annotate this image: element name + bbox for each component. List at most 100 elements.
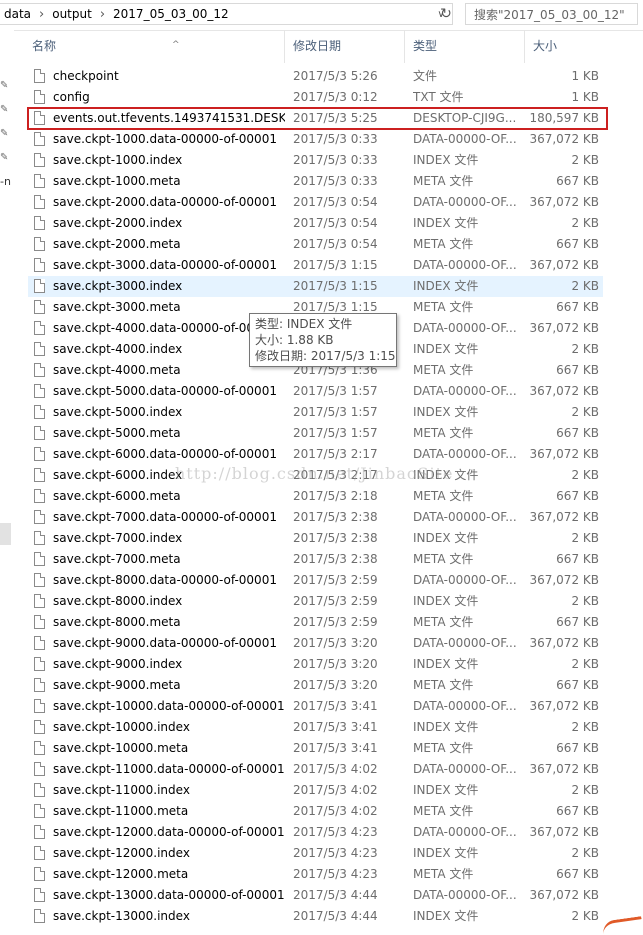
file-size: 367,072 KB: [529, 321, 599, 335]
breadcrumb-data[interactable]: data: [0, 7, 35, 21]
file-type: TXT 文件: [413, 90, 464, 104]
file-date: 2017/5/3 4:23: [293, 867, 378, 881]
file-row[interactable]: save.ckpt-2000.meta 2017/5/3 0:54 META 文件 6…: [28, 234, 603, 255]
file-size: 667 KB: [556, 552, 599, 566]
file-row[interactable]: save.ckpt-3000.index 2017/5/3 1:15 INDEX 文…: [28, 276, 603, 297]
file-row[interactable]: save.ckpt-12000.data-00000-of-00001 2017/…: [28, 822, 603, 843]
file-date: 2017/5/3 0:54: [293, 216, 378, 230]
file-date: 2017/5/3 1:57: [293, 405, 378, 419]
breadcrumb-separator-icon[interactable]: ›: [35, 7, 48, 22]
file-name: save.ckpt-9000.data-00000-of-00001: [53, 636, 277, 650]
file-size: 367,072 KB: [529, 762, 599, 776]
file-row[interactable]: save.ckpt-2000.data-00000-of-00001 2017/5…: [28, 192, 603, 213]
search-input[interactable]: 搜索"2017_05_03_00_12": [465, 3, 638, 25]
file-row[interactable]: save.ckpt-9000.data-00000-of-00001 2017/5…: [28, 633, 603, 654]
breadcrumb-current-folder[interactable]: 2017_05_03_00_12: [109, 7, 233, 21]
file-name: save.ckpt-1000.meta: [53, 174, 181, 188]
file-row[interactable]: save.ckpt-10000.data-00000-of-00001 2017/…: [28, 696, 603, 717]
breadcrumb[interactable]: data › output › 2017_05_03_00_12: [0, 3, 453, 25]
column-header-size[interactable]: 大小: [525, 30, 629, 63]
file-row[interactable]: save.ckpt-8000.index 2017/5/3 2:59 INDEX 文…: [28, 591, 603, 612]
pin-icon[interactable]: ✎: [0, 104, 8, 115]
file-type: INDEX 文件: [413, 909, 479, 923]
file-date: 2017/5/3 0:33: [293, 132, 378, 146]
file-icon: [34, 90, 45, 104]
file-row[interactable]: save.ckpt-1000.data-00000-of-00001 2017/5…: [28, 129, 603, 150]
file-row[interactable]: save.ckpt-6000.data-00000-of-00001 2017/5…: [28, 444, 603, 465]
file-name: save.ckpt-1000.data-00000-of-00001: [53, 132, 277, 146]
file-name: checkpoint: [53, 69, 119, 83]
file-name: save.ckpt-7000.meta: [53, 552, 181, 566]
file-date: 2017/5/3 2:38: [293, 510, 378, 524]
nav-item-label[interactable]: -n: [0, 175, 11, 188]
file-row[interactable]: save.ckpt-12000.meta 2017/5/3 4:23 META 文件…: [28, 864, 603, 885]
file-date: 2017/5/3 4:02: [293, 762, 378, 776]
pin-icon[interactable]: ✎: [0, 152, 8, 163]
pin-icon[interactable]: ✎: [0, 80, 8, 91]
file-icon: [34, 132, 45, 146]
file-type: DATA-00000-OF...: [413, 258, 517, 272]
file-size: 367,072 KB: [529, 258, 599, 272]
file-row[interactable]: save.ckpt-11000.data-00000-of-00001 2017/…: [28, 759, 603, 780]
file-date: 2017/5/3 2:59: [293, 615, 378, 629]
file-name: save.ckpt-5000.meta: [53, 426, 181, 440]
file-row[interactable]: events.out.tfevents.1493741531.DESK... 20…: [27, 107, 608, 130]
file-row[interactable]: save.ckpt-1000.meta 2017/5/3 0:33 META 文件 6…: [28, 171, 603, 192]
file-size: 367,072 KB: [529, 699, 599, 713]
file-icon: [34, 468, 45, 482]
file-row[interactable]: save.ckpt-5000.data-00000-of-00001 2017/5…: [28, 381, 603, 402]
file-name: save.ckpt-5000.data-00000-of-00001: [53, 384, 277, 398]
file-icon: [34, 552, 45, 566]
column-header-type[interactable]: 类型: [405, 30, 525, 63]
file-row[interactable]: save.ckpt-7000.meta 2017/5/3 2:38 META 文件 6…: [28, 549, 603, 570]
file-type: DATA-00000-OF...: [413, 447, 517, 461]
column-header-size-label: 大小: [533, 39, 558, 53]
file-size: 367,072 KB: [529, 825, 599, 839]
column-header-date[interactable]: 修改日期: [285, 30, 405, 63]
file-row[interactable]: save.ckpt-10000.meta 2017/5/3 3:41 META 文件…: [28, 738, 603, 759]
file-row[interactable]: save.ckpt-3000.data-00000-of-00001 2017/5…: [28, 255, 603, 276]
file-type: DATA-00000-OF...: [413, 132, 517, 146]
file-type: DATA-00000-OF...: [413, 384, 517, 398]
file-row[interactable]: save.ckpt-8000.meta 2017/5/3 2:59 META 文件 6…: [28, 612, 603, 633]
file-row[interactable]: save.ckpt-13000.data-00000-of-00001 2017/…: [28, 885, 603, 906]
column-header-name[interactable]: 名称 ^: [24, 30, 285, 63]
nav-scrollbar-thumb[interactable]: [0, 523, 11, 545]
file-icon: [34, 657, 45, 671]
file-row[interactable]: save.ckpt-11000.index 2017/5/3 4:02 INDEX …: [28, 780, 603, 801]
file-row[interactable]: save.ckpt-5000.index 2017/5/3 1:57 INDEX 文…: [28, 402, 603, 423]
file-row[interactable]: save.ckpt-9000.index 2017/5/3 3:20 INDEX 文…: [28, 654, 603, 675]
address-bar: data › output › 2017_05_03_00_12 ∨ ↻ 搜索"…: [0, 0, 643, 31]
breadcrumb-separator-icon[interactable]: ›: [96, 7, 109, 22]
pin-icon[interactable]: ✎: [0, 128, 8, 139]
file-row[interactable]: save.ckpt-12000.index 2017/5/3 4:23 INDEX …: [28, 843, 603, 864]
file-row[interactable]: save.ckpt-13000.index 2017/5/3 4:44 INDEX …: [28, 906, 603, 927]
file-name: save.ckpt-10000.index: [53, 720, 190, 734]
file-row[interactable]: save.ckpt-11000.meta 2017/5/3 4:02 META 文件…: [28, 801, 603, 822]
breadcrumb-output[interactable]: output: [48, 7, 96, 21]
file-row[interactable]: save.ckpt-6000.meta 2017/5/3 2:18 META 文件 6…: [28, 486, 603, 507]
file-type: DATA-00000-OF...: [413, 573, 517, 587]
file-row[interactable]: checkpoint 2017/5/3 5:26 文件 1 KB: [28, 66, 603, 87]
file-type: INDEX 文件: [413, 531, 479, 545]
file-row[interactable]: save.ckpt-9000.meta 2017/5/3 3:20 META 文件 6…: [28, 675, 603, 696]
file-size: 2 KB: [571, 468, 599, 482]
file-name: save.ckpt-7000.data-00000-of-00001: [53, 510, 277, 524]
file-row[interactable]: save.ckpt-6000.index 2017/5/3 2:17 INDEX 文…: [28, 465, 603, 486]
file-date: 2017/5/3 0:33: [293, 153, 378, 167]
file-name: save.ckpt-6000.meta: [53, 489, 181, 503]
file-icon: [34, 153, 45, 167]
file-row[interactable]: save.ckpt-8000.data-00000-of-00001 2017/5…: [28, 570, 603, 591]
file-row[interactable]: save.ckpt-5000.meta 2017/5/3 1:57 META 文件 6…: [28, 423, 603, 444]
refresh-icon[interactable]: ↻: [436, 3, 456, 25]
file-name: save.ckpt-2000.meta: [53, 237, 181, 251]
file-row[interactable]: save.ckpt-7000.data-00000-of-00001 2017/5…: [28, 507, 603, 528]
file-name: save.ckpt-8000.index: [53, 594, 183, 608]
file-row[interactable]: save.ckpt-10000.index 2017/5/3 3:41 INDEX …: [28, 717, 603, 738]
file-row[interactable]: save.ckpt-7000.index 2017/5/3 2:38 INDEX 文…: [28, 528, 603, 549]
file-size: 367,072 KB: [529, 573, 599, 587]
file-row[interactable]: config 2017/5/3 0:12 TXT 文件 1 KB: [28, 87, 603, 108]
file-row[interactable]: save.ckpt-1000.index 2017/5/3 0:33 INDEX 文…: [28, 150, 603, 171]
file-row[interactable]: save.ckpt-2000.index 2017/5/3 0:54 INDEX 文…: [28, 213, 603, 234]
file-icon: [34, 111, 45, 125]
